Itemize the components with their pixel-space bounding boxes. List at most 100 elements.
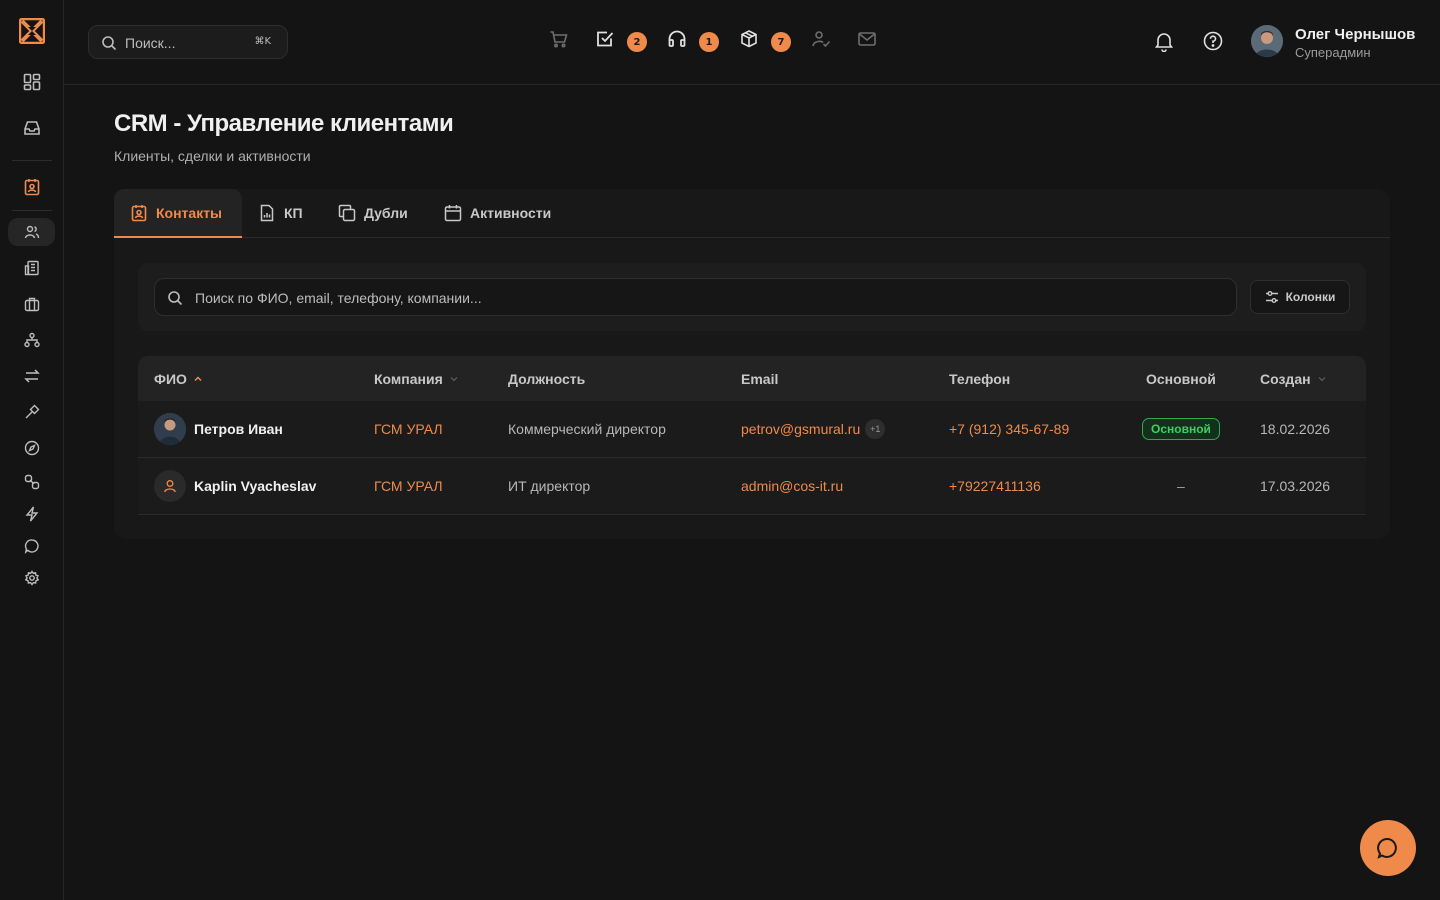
contact-name: Петров Иван: [194, 421, 283, 437]
sidebar-item-buildings[interactable]: [8, 254, 55, 282]
sort-asc-icon: [193, 374, 203, 384]
sidebar-item-users[interactable]: [8, 218, 55, 246]
user-avatar[interactable]: [1251, 25, 1283, 57]
chat-icon: [24, 538, 40, 554]
sidebar-item-briefcase[interactable]: [8, 290, 55, 318]
tab-proposals[interactable]: КП: [242, 189, 319, 237]
sidebar-item-settings[interactable]: [8, 564, 55, 592]
crm-panel: Контакты КП Дубли Активности Поиск по ФИ…: [114, 189, 1390, 539]
contact-name-cell[interactable]: Kaplin Vyacheslav: [154, 458, 316, 514]
sidebar-item-integrations[interactable]: [8, 468, 55, 496]
avatar: [154, 470, 186, 502]
table-row[interactable]: Kaplin Vyacheslav ГСМ УРАЛ ИТ директор a…: [138, 458, 1366, 515]
mail-icon[interactable]: [857, 29, 877, 49]
column-header-name[interactable]: ФИО: [154, 356, 203, 401]
user-role: Суперадмин: [1295, 45, 1371, 60]
sliders-icon: [1265, 290, 1279, 304]
support-badge: 1: [699, 32, 719, 52]
column-header-email[interactable]: Email: [741, 356, 778, 401]
page-title: CRM - Управление клиентами: [114, 110, 454, 137]
email-link[interactable]: admin@cos-it.ru: [741, 458, 843, 514]
chevron-down-icon: [1317, 374, 1327, 384]
tab-bar: Контакты КП Дубли Активности: [114, 189, 1390, 238]
primary-badge: Основной: [1142, 418, 1220, 440]
position-cell: ИТ директор: [508, 478, 591, 494]
compass-icon: [24, 440, 40, 456]
contacts-search[interactable]: [154, 278, 1237, 316]
dashboard-icon: [23, 73, 41, 91]
column-header-position[interactable]: Должность: [508, 356, 585, 401]
extra-emails-badge[interactable]: +1: [865, 419, 886, 439]
top-header: ⌘K 2 1 7: [64, 0, 1440, 85]
sidebar-item-chat[interactable]: [8, 532, 55, 560]
sidebar-item-dashboard[interactable]: [8, 64, 55, 100]
page-subtitle: Клиенты, сделки и активности: [114, 148, 311, 164]
sidebar: [0, 0, 64, 900]
column-header-company[interactable]: Компания: [374, 356, 459, 401]
sidebar-item-automation[interactable]: [8, 500, 55, 528]
inbox-icon: [23, 119, 41, 137]
column-header-label: Создан: [1260, 370, 1311, 387]
table-header: ФИО Компания Должность Email Телефон Осн…: [138, 356, 1366, 401]
company-link[interactable]: ГСМ УРАЛ: [374, 401, 443, 457]
company-link[interactable]: ГСМ УРАЛ: [374, 458, 443, 514]
logo-icon[interactable]: [19, 18, 45, 44]
tab-label: Контакты: [156, 204, 223, 221]
columns-button[interactable]: Колонки: [1250, 280, 1350, 314]
packages-icon[interactable]: [739, 29, 759, 49]
tab-activities[interactable]: Активности: [428, 189, 567, 237]
avatar: [154, 413, 186, 445]
cart-icon[interactable]: [549, 29, 569, 49]
help-icon[interactable]: [1203, 31, 1223, 51]
contact-name: Kaplin Vyacheslav: [194, 478, 317, 494]
sidebar-item-explore[interactable]: [8, 434, 55, 462]
sidebar-divider: [12, 160, 52, 161]
sidebar-item-hierarchy[interactable]: [8, 326, 55, 354]
tasks-icon[interactable]: [595, 29, 615, 49]
sidebar-item-inbox[interactable]: [8, 110, 55, 146]
phone-link[interactable]: +7 (912) 345-67-89: [949, 401, 1069, 457]
contacts-search-input[interactable]: [195, 288, 1215, 308]
sidebar-item-tools[interactable]: [8, 398, 55, 426]
chat-fab-button[interactable]: [1360, 820, 1416, 876]
column-header-label: Телефон: [949, 370, 1011, 387]
column-header-primary[interactable]: Основной: [1146, 356, 1216, 401]
copy-icon: [338, 204, 356, 222]
hammer-icon: [24, 404, 40, 420]
user-check-icon[interactable]: [811, 29, 831, 49]
created-date: 18.02.2026: [1260, 421, 1331, 437]
support-icon[interactable]: [667, 29, 687, 49]
column-header-label: Компания: [374, 370, 443, 387]
primary-cell: Основной: [1142, 401, 1220, 457]
phone-link[interactable]: +79227411136: [949, 458, 1041, 514]
column-header-created[interactable]: Создан: [1260, 356, 1327, 401]
contact-name-cell[interactable]: Петров Иван: [154, 401, 283, 457]
tab-label: КП: [284, 205, 303, 221]
tab-contacts[interactable]: Контакты: [114, 189, 242, 238]
primary-cell: –: [1177, 478, 1185, 494]
sidebar-item-crm[interactable]: [8, 169, 55, 205]
buildings-icon: [24, 260, 40, 276]
briefcase-icon: [24, 296, 40, 312]
settings-icon: [24, 570, 40, 586]
sidebar-divider: [12, 210, 52, 211]
packages-badge: 7: [771, 32, 791, 52]
column-header-label: Должность: [508, 370, 586, 387]
global-search[interactable]: ⌘K: [88, 25, 288, 59]
tab-label: Дубли: [364, 205, 408, 221]
tasks-badge: 2: [627, 32, 647, 52]
crm-contacts-icon: [23, 178, 41, 196]
user-name[interactable]: Олег Чернышов: [1295, 26, 1415, 43]
global-search-input[interactable]: [125, 33, 245, 53]
position-cell: Коммерческий директор: [508, 421, 666, 437]
search-shortcut: ⌘K: [254, 36, 271, 47]
email-cell[interactable]: petrov@gsmural.ru +1: [741, 401, 886, 457]
table-row[interactable]: Петров Иван ГСМ УРАЛ Коммерческий директ…: [138, 401, 1366, 458]
bell-icon[interactable]: [1153, 30, 1175, 52]
email-link[interactable]: petrov@gsmural.ru: [741, 421, 860, 437]
created-date: 17.03.2026: [1260, 478, 1331, 494]
column-header-phone[interactable]: Телефон: [949, 356, 1010, 401]
tab-duplicates[interactable]: Дубли: [322, 189, 424, 237]
sidebar-item-exchange[interactable]: [8, 362, 55, 390]
users-icon: [24, 224, 40, 240]
